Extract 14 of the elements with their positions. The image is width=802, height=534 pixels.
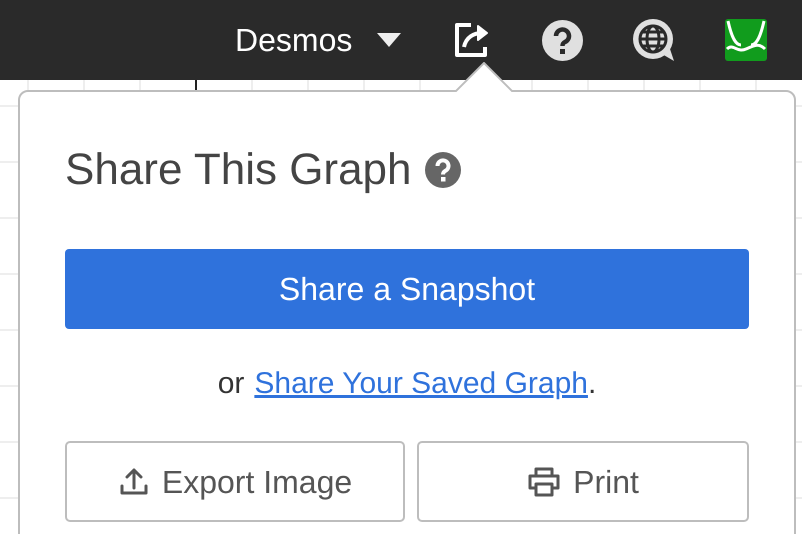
upload-icon [118,466,150,498]
share-saved-graph-link[interactable]: Share Your Saved Graph [254,361,588,406]
caret-icon[interactable] [377,33,402,47]
or-text: or [218,366,244,402]
export-image-button[interactable]: Export Image [65,441,405,522]
popover-title: Share This Graph [65,148,412,192]
app-title[interactable]: Desmos [235,16,352,64]
print-button[interactable]: Print [417,441,749,522]
help-icon[interactable] [542,20,584,60]
app-logo-icon[interactable] [725,19,768,61]
help-icon[interactable] [425,152,462,188]
printer-icon [527,466,562,498]
period-text: . [588,366,596,402]
share-snapshot-button[interactable]: Share a Snapshot [65,249,749,329]
